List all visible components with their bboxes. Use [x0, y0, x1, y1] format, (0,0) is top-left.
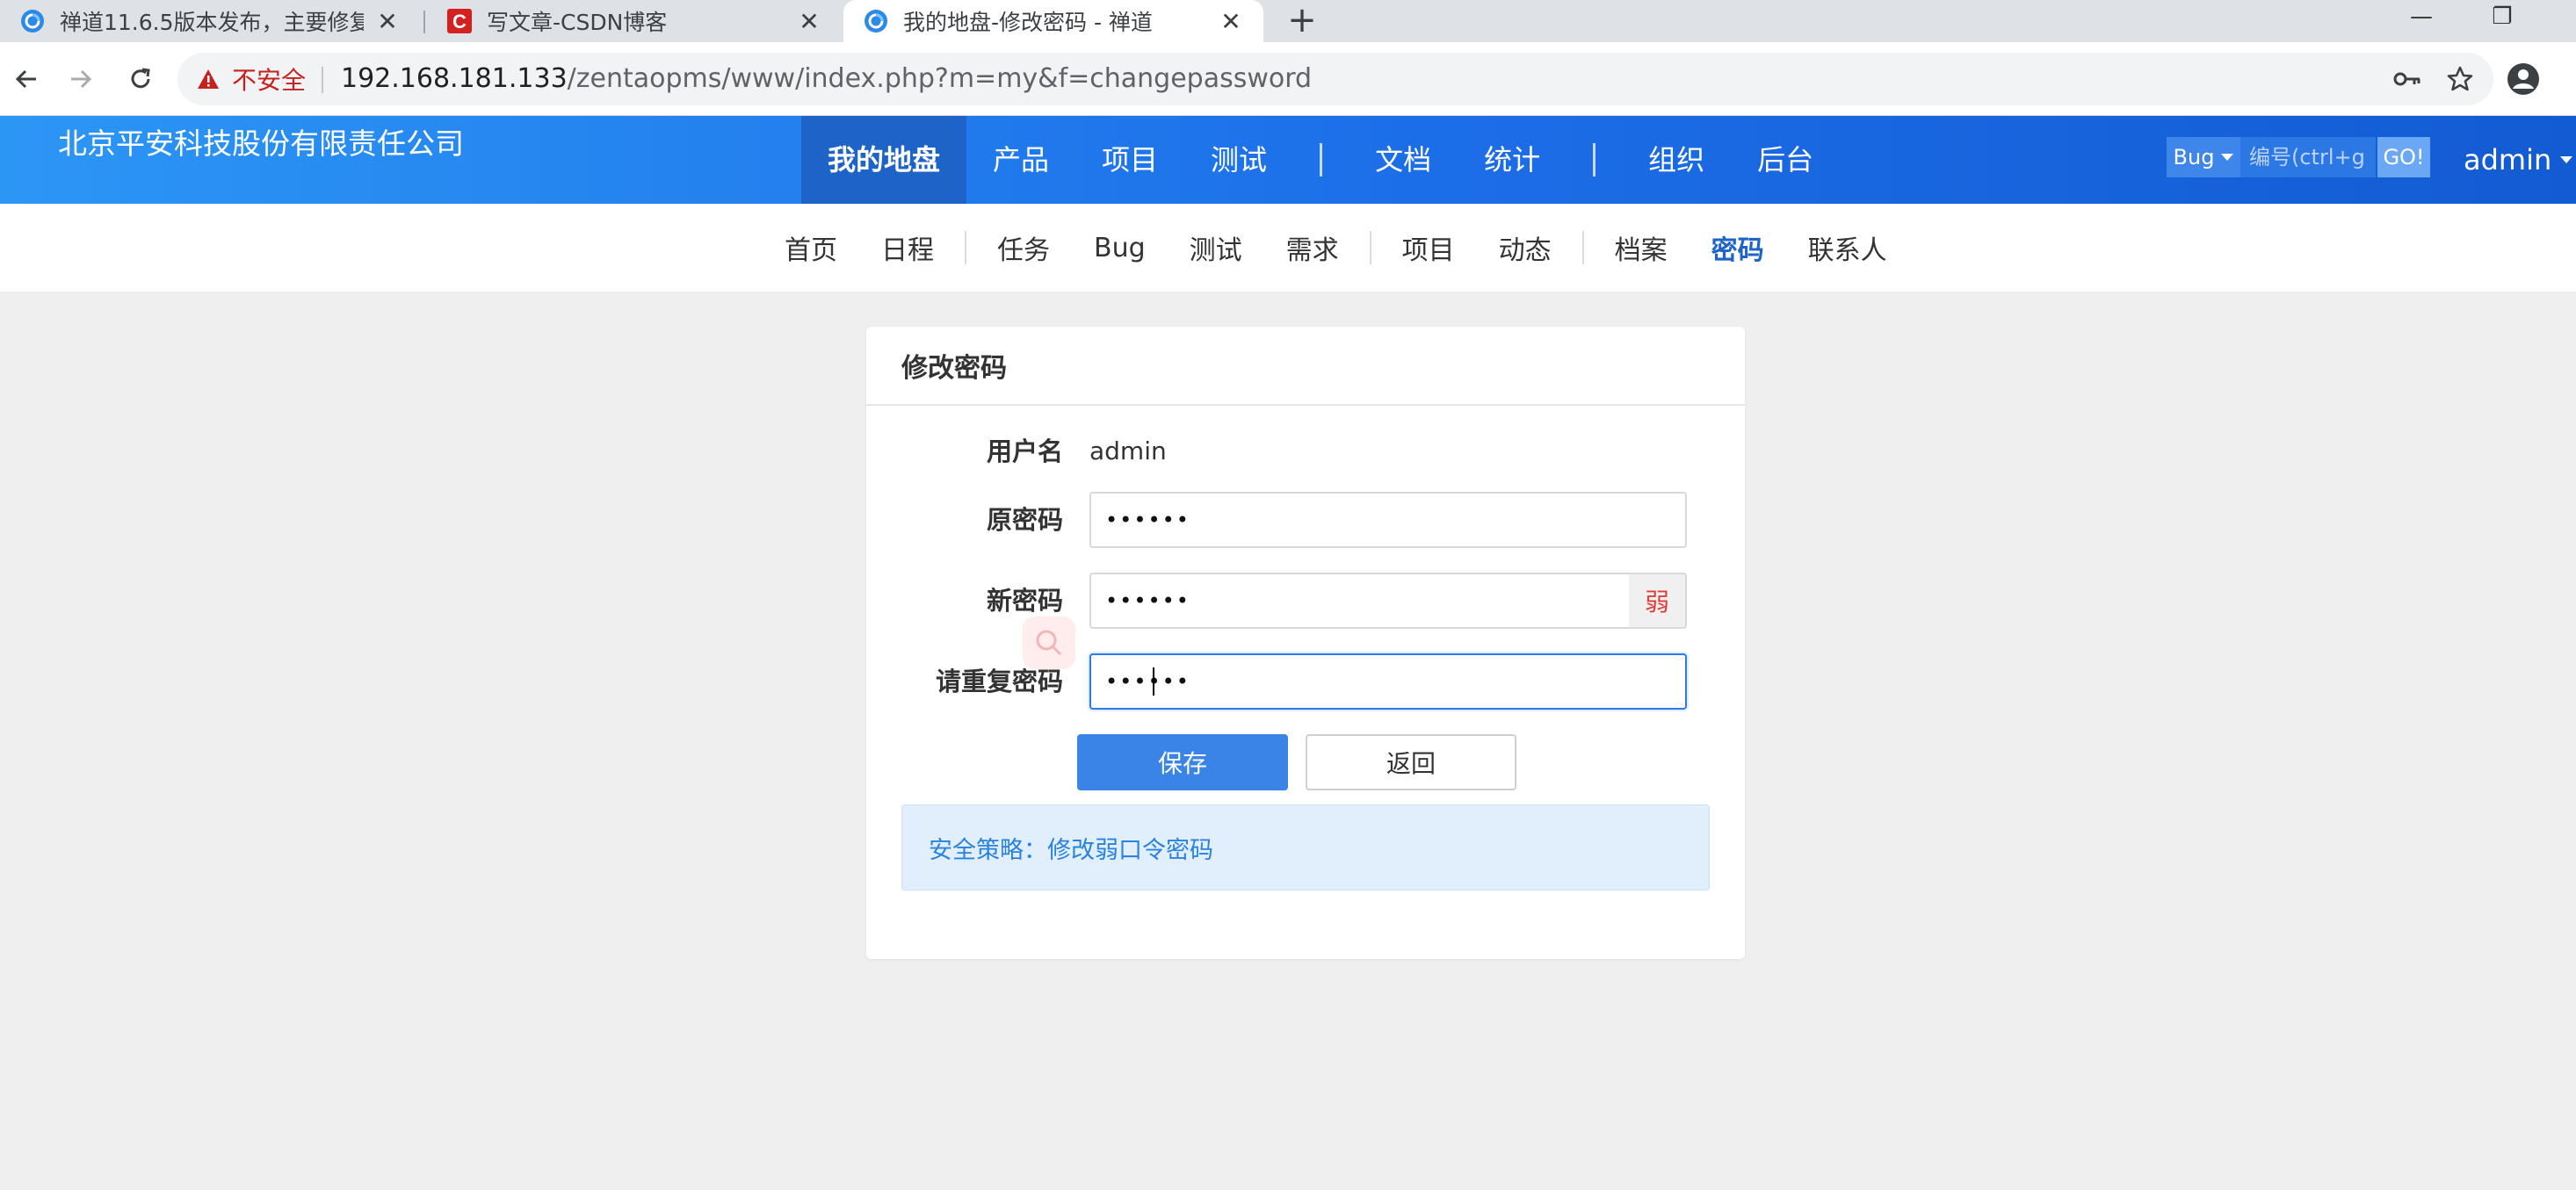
search-type-label: Bug: [2173, 145, 2215, 169]
minimize-window-icon[interactable]: —: [2395, 0, 2448, 37]
user-name: admin: [2464, 143, 2552, 177]
subnav-divider: [1369, 231, 1371, 264]
back-button[interactable]: [4, 56, 49, 102]
main-nav-product[interactable]: 产品: [966, 116, 1075, 204]
back-button[interactable]: 返回: [1306, 734, 1516, 790]
new-password-input[interactable]: [1089, 573, 1631, 629]
tab-divider: [423, 11, 425, 33]
browser-tab-title: 我的地盘-修改密码 - 禅道: [903, 10, 1153, 35]
security-policy-alert: 安全策略：修改弱口令密码: [901, 804, 1710, 891]
url-path: /zentaopms/www/index.php?m=my&f=changepa…: [567, 63, 1313, 94]
panel-title: 修改密码: [901, 353, 1007, 384]
username-row: 用户名 admin: [866, 423, 1745, 480]
nav-divider: [1320, 143, 1323, 177]
user-menu[interactable]: admin: [2464, 116, 2573, 204]
zentao-favicon-icon: [865, 10, 887, 32]
text-cursor: [1153, 667, 1154, 696]
url-host: 192.168.181.133: [341, 63, 568, 94]
subnav-item-dynamic[interactable]: 动态: [1477, 228, 1574, 267]
change-password-panel: 修改密码 用户名 admin 原密码 新密码 弱 请重复密码 保存 返回 安全策…: [866, 327, 1745, 959]
subnav-item-profile[interactable]: 档案: [1593, 228, 1690, 267]
not-secure-label: 不安全: [232, 66, 307, 95]
browser-toolbar: 不安全 192.168.181.133/zentaopms/www/index.…: [0, 42, 2576, 116]
username-value: admin: [1089, 436, 1167, 465]
close-icon[interactable]: ✕: [796, 7, 822, 36]
subnav-item-project[interactable]: 项目: [1380, 228, 1477, 267]
old-password-input[interactable]: [1089, 492, 1687, 548]
confirm-password-row: 请重复密码: [866, 653, 1745, 710]
browser-tab-bar: 禅道11.6.5版本发布，主要修复bug ✕ C 写文章-CSDN博客 ✕ 我的…: [0, 0, 2576, 42]
reload-button[interactable]: [118, 56, 163, 102]
save-button[interactable]: 保存: [1077, 734, 1288, 790]
subnav-item-task[interactable]: 任务: [975, 228, 1072, 267]
subnav-item-testcase[interactable]: 测试: [1168, 228, 1264, 267]
password-key-icon[interactable]: [2391, 63, 2423, 95]
app-header: 北京平安科技股份有限责任公司 我的地盘 产品 项目 测试 文档 统计 组织 后台…: [0, 116, 2576, 204]
warning-triangle-icon: [198, 69, 219, 89]
arrow-right-icon: [71, 69, 92, 89]
subnav-item-story[interactable]: 需求: [1264, 228, 1361, 267]
close-icon[interactable]: ✕: [374, 7, 401, 36]
main-nav-doc[interactable]: 文档: [1349, 116, 1458, 204]
zentao-favicon-icon: [21, 10, 44, 32]
url-text[interactable]: 192.168.181.133/zentaopms/www/index.php?…: [341, 53, 1312, 105]
subnav-item-calendar[interactable]: 日程: [859, 228, 956, 267]
caret-down-icon: [2221, 154, 2234, 161]
bookmark-star-icon[interactable]: [2444, 63, 2476, 95]
main-nav-test[interactable]: 测试: [1184, 116, 1293, 204]
company-name[interactable]: 北京平安科技股份有限责任公司: [58, 125, 464, 163]
security-indicator[interactable]: 不安全: [197, 53, 306, 105]
restore-window-icon[interactable]: ❐: [2476, 0, 2529, 37]
main-nav-report[interactable]: 统计: [1458, 116, 1567, 204]
arrow-left-icon: [15, 69, 36, 89]
caret-down-icon: [2560, 156, 2573, 163]
confirm-password-input[interactable]: [1089, 653, 1687, 710]
browser-tab-active[interactable]: 我的地盘-修改密码 - 禅道 ✕: [843, 0, 1263, 42]
subnav-divider: [965, 231, 966, 264]
omnibox-divider: [322, 67, 323, 93]
subnav-item-password[interactable]: 密码: [1690, 228, 1786, 267]
main-nav-company[interactable]: 组织: [1622, 116, 1731, 204]
main-nav-my[interactable]: 我的地盘: [801, 116, 967, 204]
reload-icon: [131, 68, 150, 89]
main-nav: 我的地盘 产品 项目 测试 文档 统计 组织 后台: [801, 116, 1840, 204]
new-tab-button[interactable]: +: [1284, 3, 1320, 39]
subnav-item-contacts[interactable]: 联系人: [1786, 228, 1909, 267]
search-type-select[interactable]: Bug: [2167, 137, 2240, 177]
address-bar[interactable]: 不安全 192.168.181.133/zentaopms/www/index.…: [177, 53, 2493, 105]
nav-divider: [1593, 143, 1596, 177]
quick-search: Bug GO!: [2167, 137, 2430, 177]
alert-text: 安全策略：修改弱口令密码: [929, 836, 1213, 864]
csdn-favicon-icon: C: [447, 9, 472, 33]
subnav-item-home[interactable]: 首页: [763, 228, 859, 267]
password-strength-badge: 弱: [1629, 573, 1687, 629]
svg-text:C: C: [452, 11, 467, 32]
profile-avatar-icon[interactable]: [2506, 61, 2541, 97]
old-password-label: 原密码: [986, 505, 1063, 535]
subnav-item-bug[interactable]: Bug: [1072, 233, 1168, 263]
browser-tab-title: 写文章-CSDN博客: [487, 10, 668, 35]
old-password-row: 原密码: [866, 492, 1745, 548]
search-go-button[interactable]: GO!: [2377, 137, 2430, 177]
close-icon[interactable]: ✕: [1218, 7, 1244, 36]
search-input[interactable]: [2240, 137, 2376, 177]
browser-tab-zentao-release[interactable]: 禅道11.6.5版本发布，主要修复bug ✕: [0, 0, 420, 42]
main-nav-project[interactable]: 项目: [1075, 116, 1184, 204]
sub-nav: 首页 日程 任务 Bug 测试 需求 项目 动态 档案 密码 联系人: [0, 204, 2576, 292]
new-password-row: 新密码 弱: [866, 573, 1745, 629]
browser-tab-title: 禅道11.6.5版本发布，主要修复bug: [60, 10, 364, 35]
main-nav-admin[interactable]: 后台: [1731, 116, 1840, 204]
panel-header: 修改密码: [866, 327, 1745, 406]
username-label: 用户名: [986, 436, 1063, 466]
subnav-divider: [1581, 231, 1584, 264]
floating-search-icon[interactable]: [1023, 617, 1075, 669]
forward-button[interactable]: [58, 56, 104, 102]
browser-tab-csdn[interactable]: C 写文章-CSDN博客 ✕: [427, 0, 842, 42]
